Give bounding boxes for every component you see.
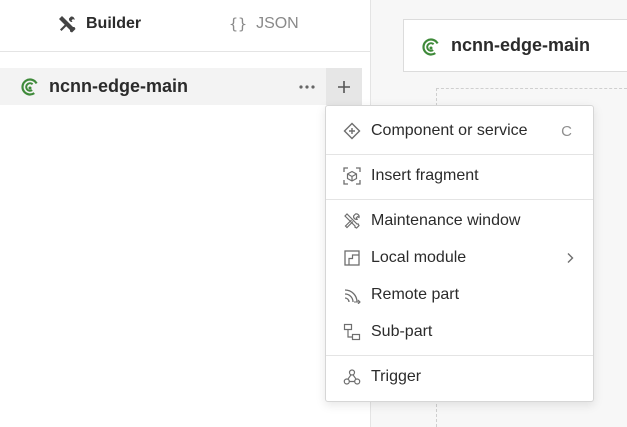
tools-icon [343,212,361,230]
more-options-button[interactable] [294,76,320,98]
braces-icon: {} [229,15,248,33]
menu-item-sub-part[interactable]: Sub-part [326,314,593,350]
panel-tabs: Builder {} JSON [0,0,370,52]
signal-icon [421,37,441,57]
shortcut-hint: C [561,122,572,140]
trigger-icon [343,368,361,386]
chevron-right-icon [565,252,575,264]
builder-panel: Builder {} JSON ncnn-edge-main [0,0,371,427]
canvas-node[interactable]: ncnn-edge-main [403,19,627,72]
menu-item-remote-part[interactable]: Remote part [326,277,593,313]
menu-item-label: Component or service [371,122,528,139]
component-icon [343,122,361,140]
canvas-connector [436,88,627,89]
tab-builder[interactable]: Builder [57,0,141,48]
menu-item-label: Sub-part [371,323,433,340]
menu-item-component[interactable]: Component or service C [326,113,593,149]
menu-item-trigger[interactable]: Trigger [326,359,593,395]
remote-icon [343,286,361,304]
tree-item-label: ncnn-edge-main [49,76,189,96]
plus-icon [337,80,351,94]
add-menu: Component or service C Insert fragment M… [325,105,594,402]
menu-item-label: Trigger [371,368,422,385]
menu-item-label: Insert fragment [371,167,479,184]
tree-item-root[interactable]: ncnn-edge-main [0,68,362,105]
tab-builder-label: Builder [86,15,142,32]
signal-icon [20,77,40,97]
tab-json[interactable]: {} JSON [229,0,299,48]
menu-item-label: Local module [371,249,467,266]
module-icon [343,249,361,267]
subpart-icon [343,323,361,341]
menu-item-maintenance-window[interactable]: Maintenance window [326,203,593,239]
menu-divider [326,154,593,155]
menu-divider [326,199,593,200]
tab-json-label: JSON [256,15,299,32]
menu-item-label: Maintenance window [371,212,521,229]
add-button[interactable] [326,68,362,105]
menu-divider [326,355,593,356]
tools-icon [57,14,77,34]
more-icon [299,85,315,89]
canvas-node-label: ncnn-edge-main [451,35,591,55]
menu-item-insert-fragment[interactable]: Insert fragment [326,158,593,194]
fragment-icon [343,167,361,185]
menu-item-label: Remote part [371,286,460,303]
menu-item-local-module[interactable]: Local module [326,240,593,276]
